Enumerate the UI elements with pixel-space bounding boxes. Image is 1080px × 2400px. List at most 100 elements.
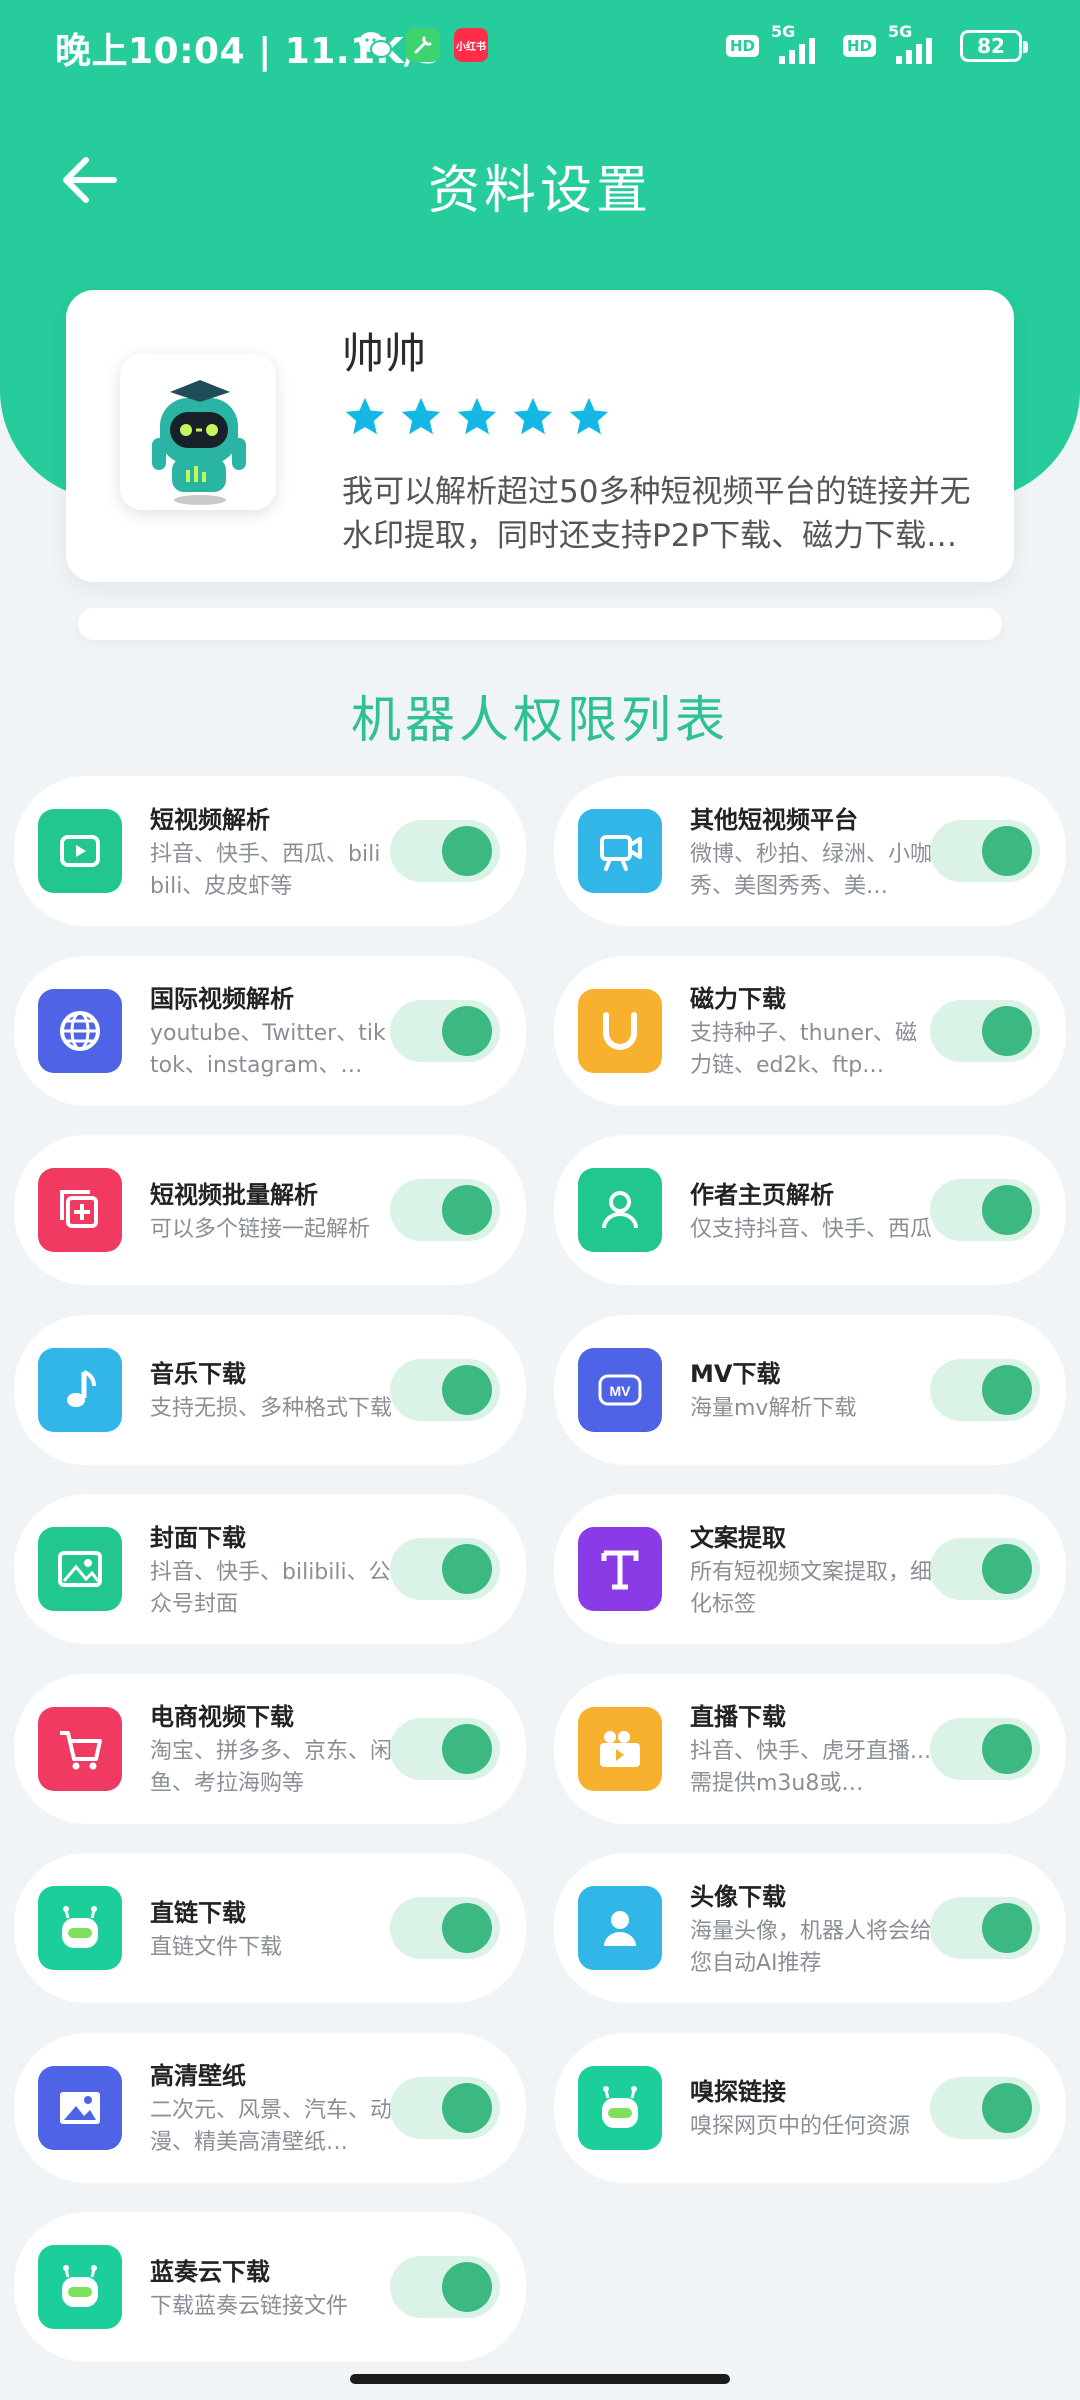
permission-description: 所有短视频文案提取，细化标签 — [690, 1559, 933, 1617]
permissions-heading: 机器人权限列表 — [351, 691, 729, 749]
permission-item: 其他短视频平台微博、秒拍、绿洲、小咖秀、美图秀秀、美… — [554, 776, 1066, 926]
permission-description: 抖音、快手、西瓜、bilibili、皮皮虾等 — [150, 841, 381, 899]
toggle-knob — [442, 1185, 492, 1235]
permission-description: 支持种子、thuner、磁力链、ed2k、ftp… — [690, 1021, 918, 1078]
permission-item: 直播下载 抖音、快手、虎牙直播...需提供m3u8或… — [554, 1673, 1066, 1824]
permission-toggle[interactable] — [390, 1358, 500, 1421]
toggle-knob — [442, 2262, 492, 2312]
permission-description: 抖音、快手、虎牙直播...需提供m3u8或… — [690, 1739, 931, 1796]
permission-description: 二次元、风景、汽车、动漫、精美高清壁纸… — [150, 2098, 393, 2155]
permission-item: 嗅探链接嗅探网页中的任何资源 — [554, 2032, 1066, 2183]
permission-item: 短视频解析抖音、快手、西瓜、bilibili、皮皮虾等 — [14, 776, 526, 926]
battery-level: 82 — [977, 34, 1005, 58]
toggle-knob — [442, 1544, 492, 1594]
battery-icon: 82 — [960, 30, 1028, 62]
permission-toggle[interactable] — [390, 999, 500, 1062]
signal-icon-2: 5G — [886, 22, 950, 66]
star-icon — [510, 394, 556, 444]
toggle-knob — [442, 1364, 492, 1415]
permission-title: 国际视频解析 — [150, 985, 294, 1013]
globe-icon — [38, 988, 122, 1073]
permission-description: 微博、秒拍、绿洲、小咖秀、美图秀秀、美… — [690, 841, 933, 899]
bot-description: 我可以解析超过50多种短视频平台的链接并无水印提取，同时还支持P2P下载、磁力下… — [342, 474, 971, 554]
permission-item: 蓝奏云下载下载蓝奏云链接文件 — [14, 2212, 526, 2362]
notification-icons: 小红书 — [358, 28, 488, 62]
permission-toggle[interactable] — [390, 1538, 500, 1600]
permission-description: 直链文件下载 — [150, 1934, 283, 1960]
user-icon — [578, 1168, 662, 1252]
permission-title: 作者主页解析 — [690, 1180, 834, 1209]
permission-title: 蓝奏云下载 — [150, 2257, 270, 2286]
permission-item: 音乐下载支持无损、多种格式下载 — [14, 1314, 526, 1465]
toggle-knob — [982, 1723, 1032, 1774]
bot-avatar — [120, 354, 276, 510]
permission-toggle[interactable] — [390, 820, 500, 882]
robot-icon — [38, 2245, 122, 2329]
toggle-knob — [442, 1903, 492, 1953]
permission-toggle[interactable] — [390, 1717, 500, 1780]
permission-item: 直链下载直链文件下载 — [14, 1853, 526, 2003]
home-indicator[interactable] — [350, 2374, 730, 2384]
permission-item: 短视频批量解析可以多个链接一起解析 — [14, 1135, 526, 1285]
status-right: HD 5G HD 5G 82 — [725, 22, 1028, 66]
live-camera-icon — [578, 1706, 662, 1791]
permission-description: 下载蓝奏云链接文件 — [150, 2293, 349, 2319]
permission-toggle[interactable] — [930, 1358, 1040, 1421]
permission-toggle[interactable] — [930, 2076, 1040, 2139]
toggle-knob — [982, 1364, 1032, 1415]
permission-title: 头像下载 — [690, 1882, 786, 1911]
wechat-icon — [358, 28, 392, 62]
music-note-icon — [38, 1347, 122, 1432]
permission-toggle[interactable] — [390, 2256, 500, 2318]
permission-title: 磁力下载 — [690, 985, 786, 1013]
permission-toggle[interactable] — [390, 2076, 500, 2139]
permission-title: 直链下载 — [150, 1898, 246, 1927]
permission-toggle[interactable] — [930, 1179, 1040, 1241]
permission-item: 作者主页解析 仅支持抖音、快手、西瓜 — [554, 1135, 1066, 1285]
permission-item: 电商视频下载 淘宝、拼多多、京东、闲鱼、考拉海购等 — [14, 1673, 526, 1824]
permission-item: 磁力下载支持种子、thuner、磁力链、ed2k、ftp… — [554, 955, 1066, 1106]
permission-description: 支持无损、多种格式下载 — [150, 1396, 393, 1421]
permission-description: youtube、Twitter、tiktok、instagram、… — [150, 1021, 386, 1078]
permission-description: 海量mv解析下载 — [690, 1396, 857, 1421]
toggle-knob — [982, 1544, 1032, 1594]
permission-title: 封面下载 — [150, 1523, 246, 1552]
permission-item: 封面下载 抖音、快手、bilibili、公众号封面 — [14, 1494, 526, 1644]
bot-name: 帅帅 — [342, 329, 427, 378]
permission-toggle[interactable] — [930, 820, 1040, 882]
permission-item: 文案提取所有短视频文案提取，细化标签 — [554, 1494, 1066, 1644]
rating-stars — [342, 394, 612, 444]
permission-title: 音乐下载 — [150, 1360, 246, 1388]
permission-title: MV下载 — [690, 1360, 781, 1388]
permission-title: 短视频批量解析 — [150, 1180, 318, 1209]
camera-icon — [578, 809, 662, 893]
permission-title: 嗅探链接 — [690, 2078, 786, 2106]
image-icon — [38, 1527, 122, 1611]
toggle-knob — [442, 826, 492, 876]
magnet-icon — [578, 988, 662, 1073]
video-play-icon — [38, 809, 122, 893]
permission-title: 高清壁纸 — [150, 2062, 246, 2090]
toggle-knob — [982, 2082, 1032, 2133]
star-icon — [566, 394, 612, 444]
toggle-knob — [982, 1903, 1032, 1953]
permission-description: 嗅探网页中的任何资源 — [690, 2114, 911, 2139]
permission-toggle[interactable] — [390, 1897, 500, 1959]
hd-badge-2: HD — [842, 35, 876, 57]
xiaohongshu-icon: 小红书 — [454, 28, 488, 62]
permission-description: 可以多个链接一起解析 — [150, 1216, 371, 1242]
permission-toggle[interactable] — [930, 999, 1040, 1062]
text-icon — [578, 1527, 662, 1611]
permission-toggle[interactable] — [930, 1538, 1040, 1600]
robot-icon — [38, 1886, 122, 1970]
permission-title: 文案提取 — [690, 1523, 786, 1552]
avatar-icon — [578, 1886, 662, 1970]
star-icon — [342, 394, 388, 444]
permission-title: 其他短视频平台 — [690, 805, 858, 834]
robot-icon — [578, 2065, 662, 2150]
permission-toggle[interactable] — [390, 1179, 500, 1241]
permission-title: 短视频解析 — [150, 805, 270, 834]
permission-toggle[interactable] — [930, 1717, 1040, 1780]
permission-item: 国际视频解析 youtube、Twitter、tiktok、instagram、… — [14, 955, 526, 1106]
permission-toggle[interactable] — [930, 1897, 1040, 1959]
